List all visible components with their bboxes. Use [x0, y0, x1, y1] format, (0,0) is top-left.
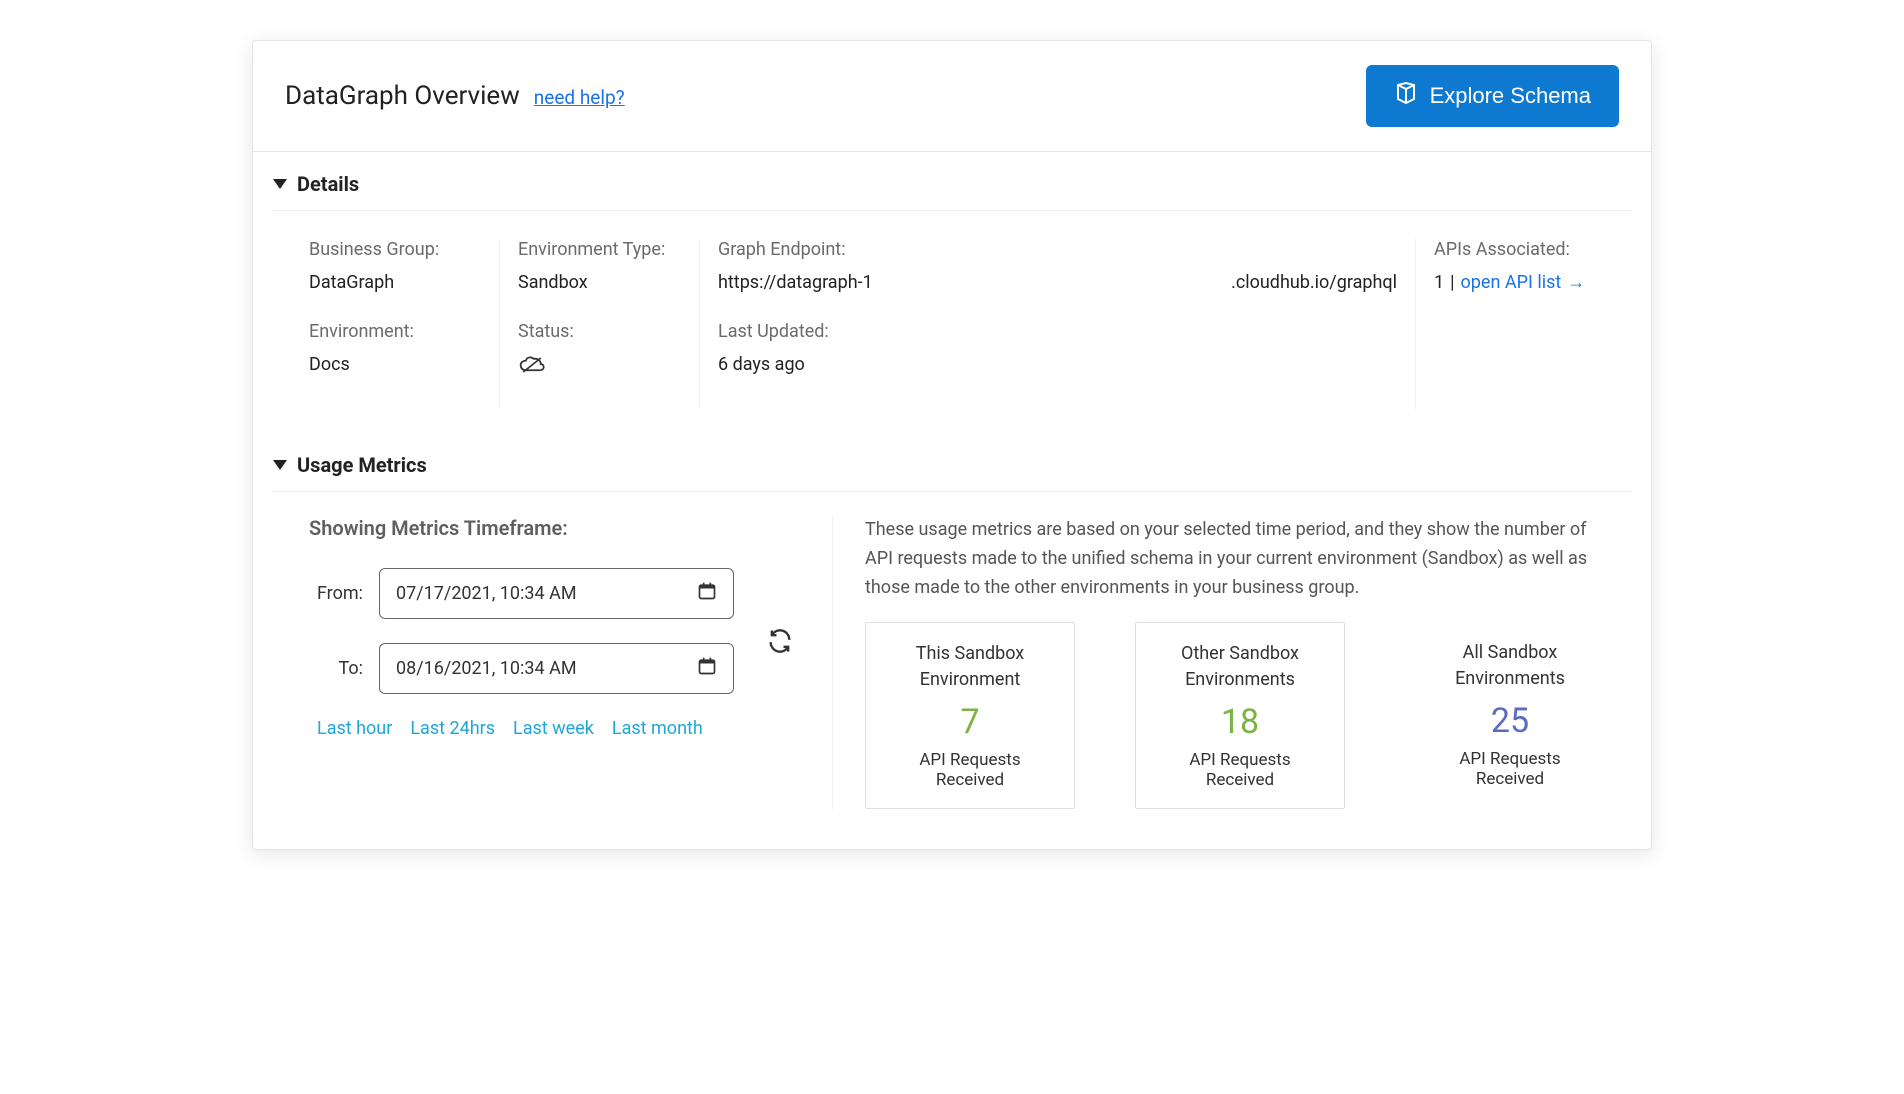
endpoint-label: Graph Endpoint: — [718, 239, 1397, 260]
calendar-icon — [697, 581, 717, 606]
quick-links: Last hour Last 24hrs Last week Last mont… — [309, 718, 802, 739]
title-wrap: DataGraph Overview need help? — [285, 81, 625, 111]
last-updated-label: Last Updated: — [718, 321, 1397, 342]
metric-card-sub: API Requests Received — [1429, 749, 1591, 789]
metric-card-this-env: This Sandbox Environment 7 API Requests … — [865, 622, 1075, 808]
to-value: 08/16/2021, 10:34 AM — [396, 658, 577, 679]
calendar-icon — [697, 656, 717, 681]
metric-card-value: 18 — [1160, 702, 1320, 742]
apis-associated-value: 1 | open API list → — [1434, 272, 1597, 293]
environment-label: Environment: — [309, 321, 481, 342]
details-col-4: APIs Associated: 1 | open API list → — [1415, 239, 1615, 409]
metric-card-value: 7 — [890, 702, 1050, 742]
quick-last-24hrs[interactable]: Last 24hrs — [410, 718, 495, 739]
overview-card: DataGraph Overview need help? Explore Sc… — [252, 40, 1652, 850]
chevron-down-icon — [273, 179, 287, 189]
details-toggle[interactable]: Details — [273, 152, 1631, 211]
metric-card-other-env: Other Sandbox Environments 18 API Reques… — [1135, 622, 1345, 808]
explore-schema-button[interactable]: Explore Schema — [1366, 65, 1619, 127]
apis-associated-label: APIs Associated: — [1434, 239, 1597, 260]
from-value: 07/17/2021, 10:34 AM — [396, 583, 577, 604]
details-col-1: Business Group: DataGraph Environment: D… — [309, 239, 499, 409]
usage-metrics-section: Usage Metrics Showing Metrics Timeframe:… — [253, 433, 1651, 849]
to-row: To: 08/16/2021, 10:34 AM — [309, 643, 734, 694]
env-type-value: Sandbox — [518, 272, 681, 293]
help-link[interactable]: need help? — [534, 86, 625, 109]
metric-card-title: Other Sandbox Environments — [1160, 641, 1320, 691]
quick-last-week[interactable]: Last week — [513, 718, 594, 739]
details-section-title: Details — [297, 172, 359, 196]
page-title: DataGraph Overview — [285, 81, 520, 111]
from-label: From: — [309, 583, 363, 604]
business-group-value: DataGraph — [309, 272, 481, 293]
apis-sep: | — [1450, 272, 1454, 293]
metric-card-title: This Sandbox Environment — [890, 641, 1050, 691]
details-col-2: Environment Type: Sandbox Status: — [499, 239, 699, 409]
refresh-button[interactable] — [758, 619, 802, 667]
metrics-right: These usage metrics are based on your se… — [833, 516, 1615, 809]
timeframe-fields: From: 07/17/2021, 10:34 AM To: — [309, 568, 734, 718]
metric-card-title: All Sandbox Environments — [1429, 640, 1591, 690]
timeframe-rows: From: 07/17/2021, 10:34 AM To: — [309, 568, 802, 718]
to-label: To: — [309, 658, 363, 679]
timeframe-panel: Showing Metrics Timeframe: From: 07/17/2… — [309, 516, 833, 809]
from-row: From: 07/17/2021, 10:34 AM — [309, 568, 734, 619]
apis-count: 1 — [1434, 272, 1444, 293]
status-label: Status: — [518, 321, 681, 342]
last-updated-value: 6 days ago — [718, 354, 1397, 375]
cloud-icon — [518, 354, 681, 381]
details-col-3: Graph Endpoint: https://datagraph-1 .clo… — [699, 239, 1415, 409]
metric-cards: This Sandbox Environment 7 API Requests … — [865, 622, 1615, 808]
quick-last-month[interactable]: Last month — [612, 718, 703, 739]
usage-metrics-toggle[interactable]: Usage Metrics — [273, 433, 1631, 492]
metric-card-value: 25 — [1429, 701, 1591, 741]
from-datetime-input[interactable]: 07/17/2021, 10:34 AM — [379, 568, 734, 619]
quick-last-hour[interactable]: Last hour — [317, 718, 392, 739]
metric-card-sub: API Requests Received — [890, 750, 1050, 790]
explore-schema-label: Explore Schema — [1430, 83, 1591, 109]
chevron-down-icon — [273, 460, 287, 470]
arrow-right-icon: → — [1567, 272, 1585, 293]
metric-card-all-env: All Sandbox Environments 25 API Requests… — [1405, 622, 1615, 808]
endpoint-value: https://datagraph-1 .cloudhub.io/graphql — [718, 272, 1397, 293]
business-group-label: Business Group: — [309, 239, 481, 260]
header: DataGraph Overview need help? Explore Sc… — [253, 41, 1651, 152]
usage-metrics-title: Usage Metrics — [297, 453, 427, 477]
details-grid: Business Group: DataGraph Environment: D… — [273, 211, 1631, 433]
open-api-list-link[interactable]: open API list — [1461, 272, 1562, 293]
to-datetime-input[interactable]: 08/16/2021, 10:34 AM — [379, 643, 734, 694]
metrics-body: Showing Metrics Timeframe: From: 07/17/2… — [273, 492, 1631, 849]
timeframe-title: Showing Metrics Timeframe: — [309, 516, 802, 540]
endpoint-right: .cloudhub.io/graphql — [1231, 272, 1397, 293]
env-type-label: Environment Type: — [518, 239, 681, 260]
environment-value: Docs — [309, 354, 481, 375]
metrics-description: These usage metrics are based on your se… — [865, 516, 1615, 602]
endpoint-left: https://datagraph-1 — [718, 272, 873, 293]
schema-icon — [1394, 81, 1418, 111]
details-section: Details Business Group: DataGraph Enviro… — [253, 152, 1651, 433]
metric-card-sub: API Requests Received — [1160, 750, 1320, 790]
